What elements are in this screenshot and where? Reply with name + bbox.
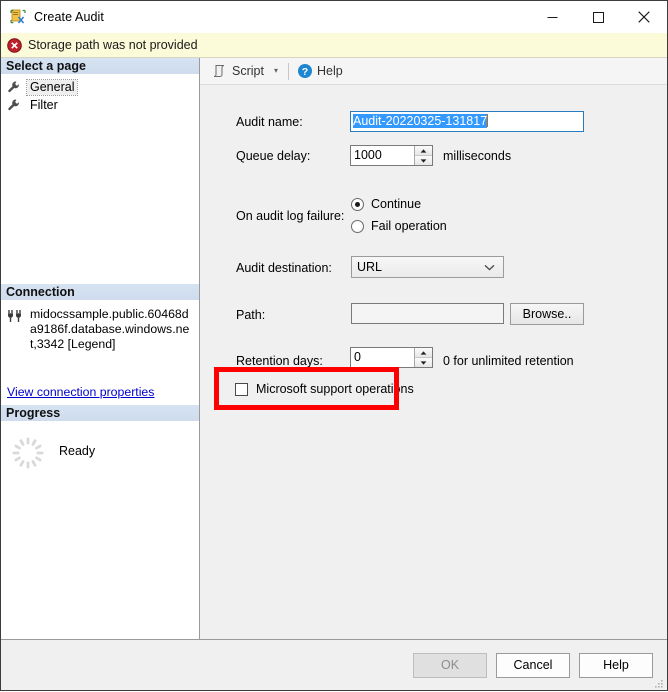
retention-days-hint: 0 for unlimited retention — [443, 354, 574, 368]
wrench-icon — [7, 80, 21, 94]
radio-continue[interactable]: Continue — [351, 195, 447, 213]
browse-button[interactable]: Browse.. — [510, 303, 584, 325]
close-button[interactable] — [621, 1, 667, 33]
queue-delay-spin-buttons — [414, 146, 432, 165]
help-label: Help — [316, 64, 343, 78]
audit-destination-select[interactable]: URL — [351, 256, 504, 278]
retention-days-value[interactable]: 0 — [351, 348, 414, 367]
audit-name-label-wrap: Audit name: — [236, 115, 303, 129]
queue-delay-units: milliseconds — [443, 149, 512, 163]
ok-label: OK — [440, 658, 460, 672]
cancel-label: Cancel — [513, 658, 553, 672]
audit-destination-label-wrap: Audit destination: — [236, 261, 332, 275]
queue-delay-value[interactable]: 1000 — [351, 146, 414, 165]
radio-continue-label: Continue — [371, 197, 422, 211]
retention-days-hint-wrap: 0 for unlimited retention — [443, 354, 574, 368]
queue-delay-stepper[interactable]: 1000 — [350, 145, 433, 166]
left-pane: Select a page General Filter Connection … — [1, 58, 200, 639]
retention-days-label: Retention days: — [236, 354, 323, 368]
audit-name-value: Audit-20220325-131817 — [353, 114, 488, 128]
on-audit-log-failure-radiogroup: Continue Fail operation — [351, 195, 447, 235]
footer-help-label: Help — [603, 658, 629, 672]
toolbar: Script ▾ ? Help — [200, 58, 667, 85]
cancel-button[interactable]: Cancel — [496, 652, 570, 678]
script-button[interactable]: Script — [208, 60, 268, 82]
error-banner: Storage path was not provided — [1, 33, 667, 58]
radio-fail-operation[interactable]: Fail operation — [351, 217, 447, 235]
microsoft-support-operations-row[interactable]: Microsoft support operations — [235, 382, 414, 396]
sidebar-item-label: General — [25, 78, 79, 96]
help-icon: ? — [297, 63, 313, 79]
retention-days-label-wrap: Retention days: — [236, 354, 323, 368]
audit-name-label: Audit name: — [236, 115, 303, 129]
radio-fail-operation-indicator — [351, 219, 364, 233]
retention-days-decrement-button[interactable] — [415, 358, 432, 367]
create-audit-icon — [10, 9, 26, 25]
connection-string: midocssample.public.60468da9186f.databas… — [30, 306, 190, 351]
script-dropdown-caret[interactable]: ▾ — [268, 60, 284, 82]
right-pane: Script ▾ ? Help Audit name: Audit-202203… — [200, 58, 667, 639]
view-connection-properties-link[interactable]: View connection properties — [7, 385, 193, 405]
window-title: Create Audit — [34, 10, 104, 24]
audit-destination-value: URL — [357, 260, 383, 274]
maximize-button[interactable] — [575, 1, 621, 33]
dialog-footer: OK Cancel Help — [1, 639, 667, 690]
footer-help-button[interactable]: Help — [579, 652, 653, 678]
script-label: Script — [232, 64, 264, 78]
error-icon — [7, 37, 22, 53]
sidebar-item-general[interactable]: General — [1, 78, 199, 96]
connection-row: midocssample.public.60468da9186f.databas… — [7, 307, 193, 352]
page-list: General Filter — [1, 75, 199, 114]
error-message: Storage path was not provided — [28, 38, 198, 52]
microsoft-support-operations-checkbox[interactable] — [235, 382, 248, 396]
queue-delay-increment-button[interactable] — [415, 146, 432, 156]
minimize-button[interactable] — [529, 1, 575, 33]
audit-name-input[interactable]: Audit-20220325-131817 — [350, 111, 584, 132]
retention-days-increment-button[interactable] — [415, 348, 432, 358]
path-input[interactable] — [351, 303, 504, 324]
retention-days-stepper[interactable]: 0 — [350, 347, 433, 368]
dialog-body: Select a page General Filter Connection … — [1, 58, 667, 639]
text-caret — [487, 114, 489, 127]
radio-continue-indicator — [351, 197, 364, 211]
sidebar-item-filter[interactable]: Filter — [1, 96, 199, 114]
browse-label: Browse.. — [522, 307, 572, 321]
connection-icon — [7, 308, 23, 324]
path-label: Path: — [236, 308, 266, 322]
radio-fail-operation-label: Fail operation — [371, 219, 447, 233]
window-controls — [529, 1, 667, 33]
toolbar-separator — [287, 62, 289, 80]
queue-delay-label: Queue delay: — [236, 149, 311, 163]
title-bar: Create Audit — [1, 1, 667, 33]
ok-button[interactable]: OK — [413, 652, 487, 678]
svg-text:?: ? — [302, 66, 308, 78]
microsoft-support-operations-label: Microsoft support operations — [256, 382, 414, 396]
general-form: Audit name: Audit-20220325-131817 Queue … — [200, 85, 667, 639]
connection-header: Connection — [1, 283, 199, 301]
on-audit-log-failure-label-wrap: On audit log failure: — [236, 209, 344, 223]
wrench-icon — [7, 98, 21, 112]
queue-delay-units-wrap: milliseconds — [443, 149, 511, 163]
on-audit-log-failure-label: On audit log failure: — [236, 209, 345, 223]
sidebar-item-label: Filter — [30, 97, 58, 112]
create-audit-dialog: Create Audit Storage path was not provid… — [0, 0, 668, 691]
script-icon — [212, 63, 228, 79]
chevron-down-icon — [484, 260, 495, 274]
progress-section: Ready — [1, 421, 199, 639]
progress-header: Progress — [1, 404, 199, 422]
queue-delay-label-wrap: Queue delay: — [236, 149, 310, 163]
path-label-wrap: Path: — [236, 308, 265, 322]
audit-destination-label: Audit destination: — [236, 261, 332, 275]
page-list-spacer — [1, 114, 199, 284]
help-button[interactable]: ? Help — [293, 60, 347, 82]
retention-days-spin-buttons — [414, 348, 432, 367]
connection-section: midocssample.public.60468da9186f.databas… — [1, 300, 199, 405]
queue-delay-decrement-button[interactable] — [415, 156, 432, 165]
select-a-page-header: Select a page — [1, 58, 199, 75]
resize-grip[interactable] — [654, 678, 664, 688]
progress-status: Ready — [59, 443, 96, 458]
spinner-icon — [11, 436, 45, 470]
